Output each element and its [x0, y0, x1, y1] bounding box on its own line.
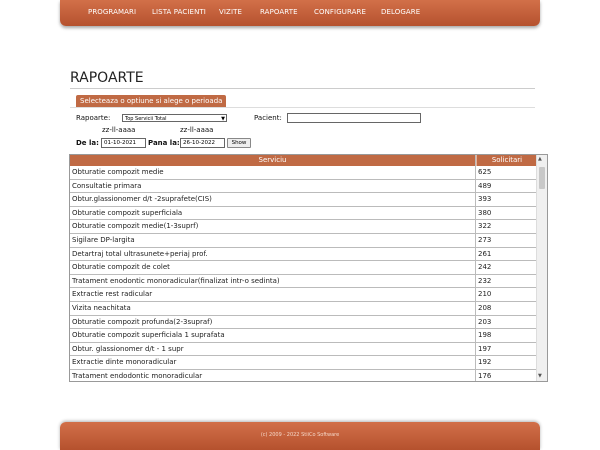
cell-solicitari: 210 [478, 290, 492, 299]
header-serviciu[interactable]: Serviciu [70, 155, 475, 166]
cell-solicitari: 203 [478, 317, 492, 326]
cell-serviciu: Extractie dinte monoradicular [72, 358, 177, 367]
show-button[interactable]: Show [227, 138, 251, 148]
table-row[interactable]: Obtur.glassionomer d/t -2suprafete(CIS) 3… [70, 193, 536, 207]
table-row[interactable]: Extractie dinte monoradicular 192 [70, 356, 536, 370]
page-title: RAPOARTE [70, 70, 144, 86]
table-row[interactable]: Obtur. glassionomer d/t - 1 supr 197 [70, 343, 536, 357]
rapoarte-select[interactable]: Top Servicii Total ▼ [122, 114, 227, 122]
cell-serviciu: Obturatie compozit profunda(2-3supraf) [72, 317, 213, 326]
nav-delogare[interactable]: DELOGARE [381, 8, 420, 16]
table-row[interactable]: Obturatie compozit medie 625 [70, 166, 536, 180]
table-row[interactable]: Consultatie primara 489 [70, 180, 536, 194]
copyright-text: (c) 2009 - 2022 StiiCo Software [260, 432, 340, 438]
cell-solicitari: 198 [478, 331, 492, 340]
pana-la-label: Pana la: [148, 139, 180, 147]
cell-serviciu: Vizita neachitata [72, 304, 131, 312]
cell-solicitari: 273 [478, 236, 492, 244]
table-row[interactable]: Tratament enodontic monoradicular(finali… [70, 275, 536, 289]
cell-solicitari: 197 [478, 344, 492, 353]
pana-la-input[interactable]: 26-10-2022 [180, 138, 225, 148]
chevron-down-icon: ▼ [221, 116, 225, 122]
pacient-input[interactable] [287, 113, 421, 123]
cell-serviciu: Obturatie compozit superficiala 1 supraf… [72, 331, 225, 340]
cell-solicitari: 192 [478, 358, 492, 367]
de-la-input[interactable]: 01-10-2021 [101, 138, 146, 148]
cell-solicitari: 393 [478, 195, 492, 204]
cell-serviciu: Consultatie primara [72, 181, 142, 190]
footer-bar: (c) 2009 - 2022 StiiCo Software [60, 422, 540, 450]
cell-serviciu: Detartraj total ultrasunete+periaj prof. [72, 249, 208, 258]
scroll-up-icon[interactable]: ▲ [538, 156, 542, 162]
table-row[interactable]: Obturatie compozit superficiala 1 supraf… [70, 329, 536, 343]
report-table: Serviciu Solicitari Obturatie compozit m… [69, 154, 548, 382]
table-row[interactable]: Obturatie compozit superficiala 380 [70, 207, 536, 221]
table-header: Serviciu Solicitari [70, 155, 536, 166]
cell-serviciu: Extractie rest radicular [72, 290, 153, 299]
table-row[interactable]: Extractie rest radicular 210 [70, 288, 536, 302]
nav-configurare[interactable]: CONFIGURARE [314, 8, 366, 16]
cell-solicitari: 232 [478, 276, 492, 285]
table-row[interactable]: Obturatie compozit medie(1-3suprf) 322 [70, 220, 536, 234]
nav-vizite[interactable]: VIZITE [219, 8, 242, 16]
scrollbar-thumb[interactable] [539, 167, 545, 189]
cell-solicitari: 322 [478, 222, 492, 231]
filter-panel-header: Selecteaza o optiune si alege o perioada [76, 95, 227, 107]
cell-solicitari: 489 [478, 181, 492, 190]
table-row[interactable]: Obturatie compozit de colet 242 [70, 261, 536, 275]
header-solicitari[interactable]: Solicitari [476, 155, 537, 166]
scroll-down-icon[interactable]: ▼ [538, 373, 542, 379]
cell-serviciu: Obtur. glassionomer d/t - 1 supr [72, 344, 184, 353]
rapoarte-select-value: Top Servicii Total [125, 116, 167, 122]
table-row[interactable]: Sigilare DP-largita 273 [70, 234, 536, 248]
panel-divider [70, 107, 535, 108]
table-row[interactable]: Vizita neachitata 208 [70, 302, 536, 316]
nav-rapoarte[interactable]: RAPOARTE [260, 8, 298, 16]
cell-serviciu: Obturatie compozit de colet [72, 263, 170, 272]
cell-serviciu: Obturatie compozit medie(1-3suprf) [72, 222, 199, 231]
cell-serviciu: Obturatie compozit medie [72, 168, 164, 176]
table-row[interactable]: Detartraj total ultrasunete+periaj prof.… [70, 248, 536, 262]
cell-solicitari: 242 [478, 263, 492, 272]
nav-lista-pacienti[interactable]: LISTA PACIENTI [152, 8, 206, 16]
cell-solicitari: 208 [478, 304, 492, 312]
rapoarte-label: Rapoarte: [76, 114, 111, 122]
cell-solicitari: 176 [478, 372, 492, 380]
title-divider [70, 88, 535, 89]
cell-solicitari: 625 [478, 168, 492, 176]
nav-programari[interactable]: PROGRAMARI [88, 8, 136, 16]
table-row[interactable]: Obturatie compozit profunda(2-3supraf) 20… [70, 316, 536, 330]
cell-serviciu: Obtur.glassionomer d/t -2suprafete(CIS) [72, 195, 212, 204]
date-format-hint-start: zz-ll-aaaa [102, 126, 136, 134]
cell-solicitari: 380 [478, 208, 492, 217]
cell-serviciu: Sigilare DP-largita [72, 236, 135, 244]
de-la-label: De la: [76, 139, 99, 147]
date-format-hint-end: zz-ll-aaaa [180, 126, 214, 134]
table-scrollbar[interactable]: ▲ ▼ [536, 155, 547, 381]
pacient-label: Pacient: [254, 114, 282, 122]
cell-serviciu: Tratament enodontic monoradicular(finali… [72, 276, 280, 285]
table-row[interactable]: Tratament endodontic monoradicular 176 [70, 370, 536, 381]
cell-solicitari: 261 [478, 249, 492, 258]
cell-serviciu: Obturatie compozit superficiala [72, 208, 183, 217]
cell-serviciu: Tratament endodontic monoradicular [72, 372, 203, 380]
top-nav-bar: PROGRAMARI LISTA PACIENTI VIZITE RAPOART… [60, 0, 540, 26]
